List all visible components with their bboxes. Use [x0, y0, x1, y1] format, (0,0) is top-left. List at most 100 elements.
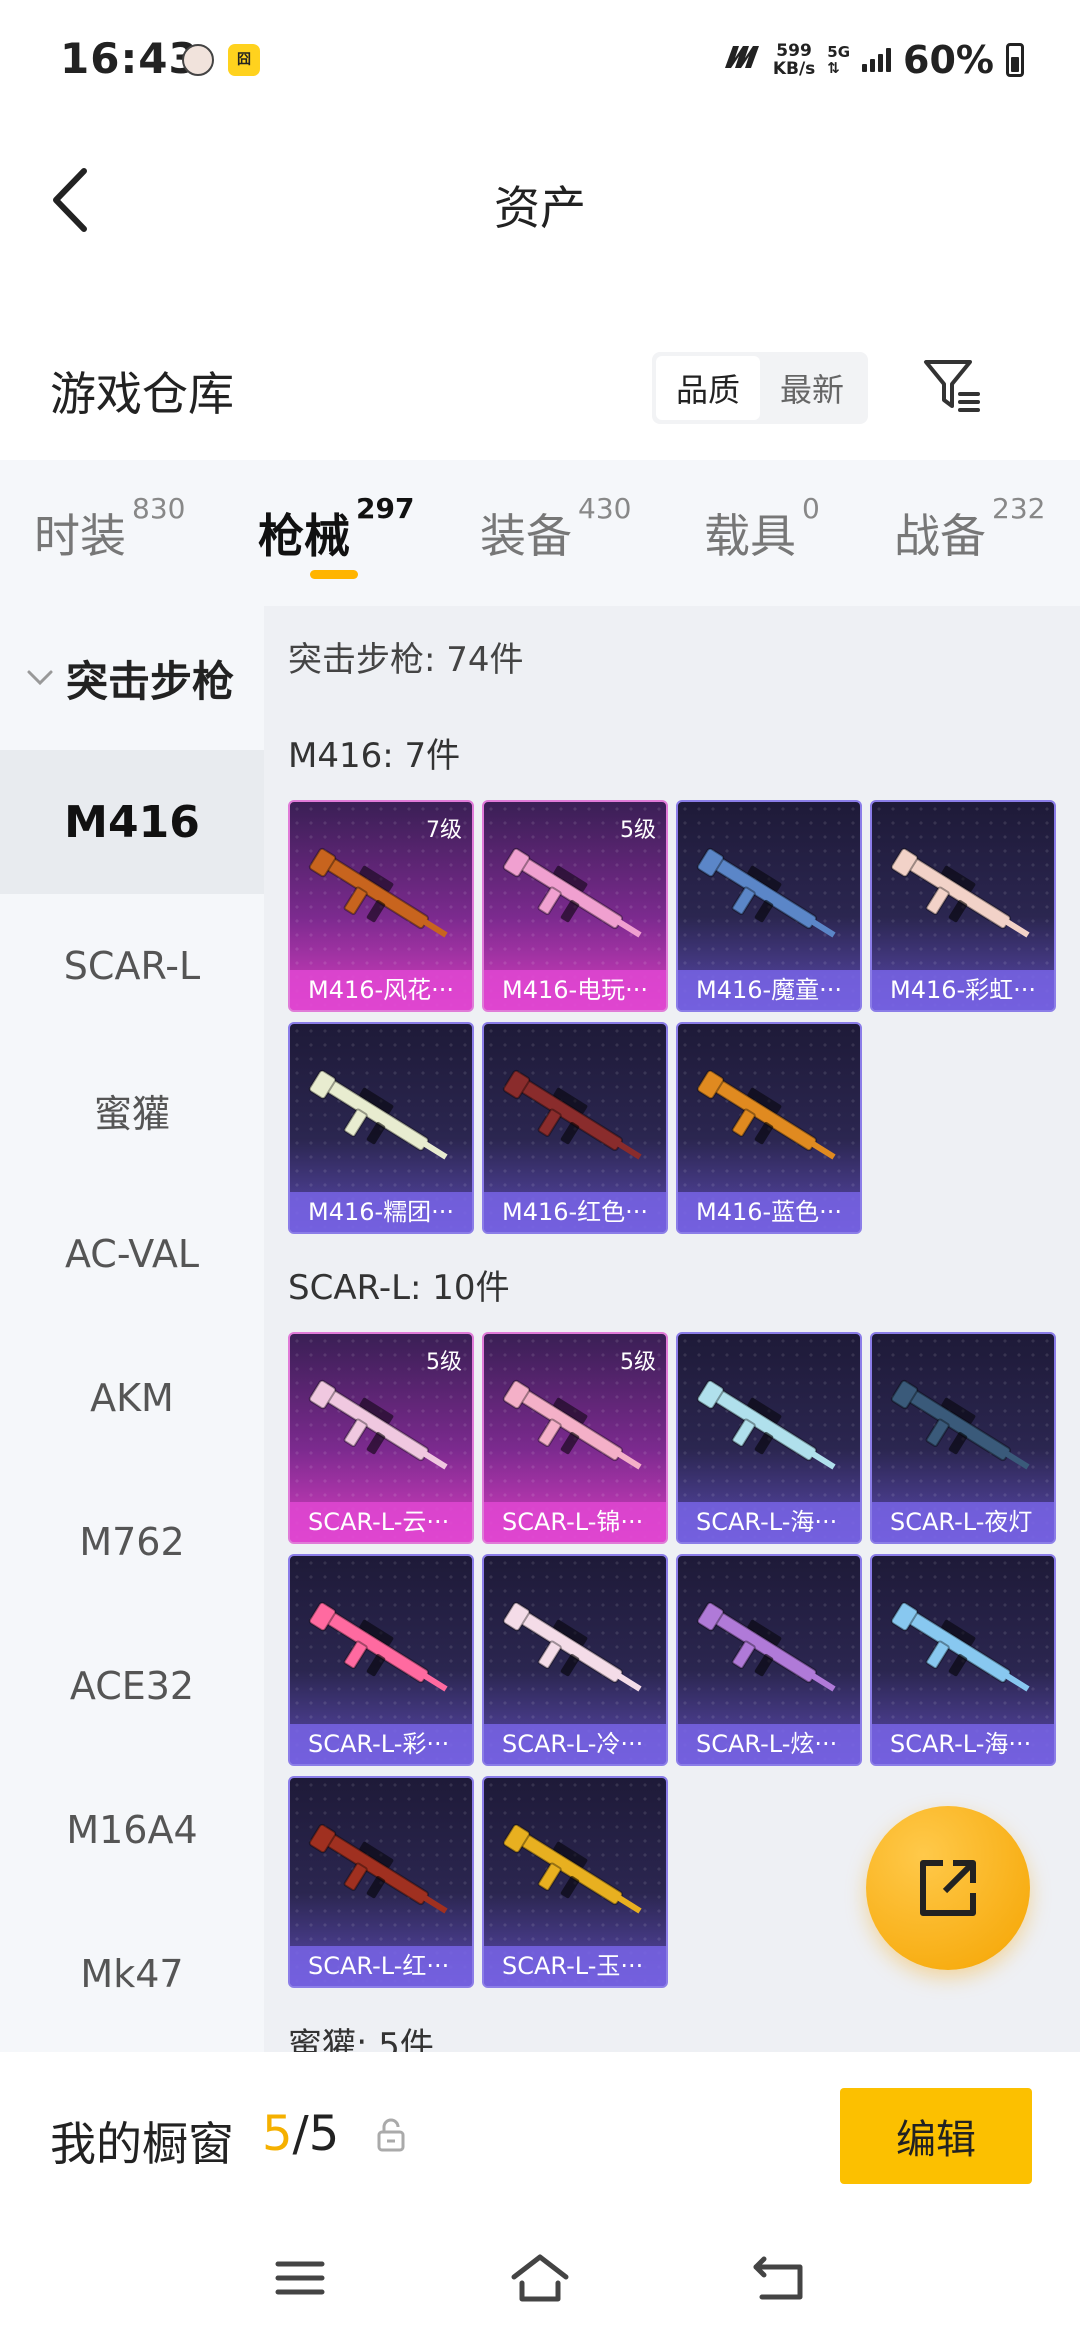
network-type: 5G ⇅ — [827, 43, 851, 77]
gun-skin-icon — [692, 1592, 850, 1712]
showcase-label: 我的橱窗 — [50, 2117, 234, 2171]
item-name: SCAR-L-彩··· — [290, 1724, 472, 1764]
item-card[interactable]: SCAR-L-夜灯 — [870, 1332, 1056, 1544]
item-name: M416-糯团··· — [290, 1192, 472, 1232]
group-title-honey-badger: 蜜獾: 5件 — [288, 2026, 434, 2052]
return-icon — [753, 2256, 803, 2300]
avatar-notification-icon — [182, 44, 214, 76]
showcase-bar: 我的橱窗 5/5 编辑 — [0, 2052, 1080, 2212]
gun-skin-icon — [304, 1814, 462, 1934]
item-card[interactable]: SCAR-L-冷··· — [482, 1554, 668, 1766]
gun-skin-icon — [304, 1592, 462, 1712]
item-card[interactable]: M416-魔童··· — [676, 800, 862, 1012]
gun-skin-icon — [692, 1370, 850, 1490]
share-button[interactable] — [866, 1806, 1030, 1970]
home-button[interactable] — [510, 2248, 570, 2308]
warehouse-title: 游戏仓库 — [50, 367, 234, 421]
status-time: 16:43 — [60, 34, 199, 83]
group-title-scar-l: SCAR-L: 10件 — [288, 1268, 510, 1308]
filter-button[interactable] — [920, 354, 984, 418]
item-name: SCAR-L-海··· — [872, 1724, 1054, 1764]
category-tabs: 时装830 枪械297 装备430 载具0 战备232 — [0, 460, 1080, 606]
item-card[interactable]: M416-红色··· — [482, 1022, 668, 1234]
gun-skin-icon — [498, 1060, 656, 1180]
item-card[interactable]: M416-蓝色··· — [676, 1022, 862, 1234]
item-name: M416-电玩··· — [484, 970, 666, 1010]
tab-fashion[interactable]: 时装830 — [34, 460, 185, 566]
status-bar: 16:43 囧 599 KB/s 5G ⇅ 60% — [0, 0, 1080, 120]
item-card[interactable]: M416-糯团··· — [288, 1022, 474, 1234]
item-name: SCAR-L-冷··· — [484, 1724, 666, 1764]
gun-skin-icon — [498, 1592, 656, 1712]
tab-equipment[interactable]: 装备430 — [480, 460, 631, 566]
battery-percent: 60% — [903, 38, 994, 82]
menu-icon — [275, 2261, 325, 2295]
item-card[interactable]: 7级 M416-风花··· — [288, 800, 474, 1012]
filter-icon — [924, 360, 980, 412]
share-icon — [920, 1860, 976, 1916]
tab-supplies[interactable]: 战备232 — [894, 460, 1045, 566]
carrier-logo-icon — [721, 44, 761, 77]
system-back-button[interactable] — [750, 2248, 810, 2308]
item-card[interactable]: SCAR-L-炫··· — [676, 1554, 862, 1766]
item-card[interactable]: SCAR-L-彩··· — [288, 1554, 474, 1766]
sidebar-item-ace32[interactable]: ACE32 — [0, 1614, 264, 1758]
sidebar-item-scar-l[interactable]: SCAR-L — [0, 894, 264, 1038]
item-card[interactable]: 5级 M416-电玩··· — [482, 800, 668, 1012]
item-name: SCAR-L-炫··· — [678, 1724, 860, 1764]
edit-button[interactable]: 编辑 — [840, 2088, 1032, 2184]
app-header: 资产 — [0, 120, 1080, 280]
item-name: M416-红色··· — [484, 1192, 666, 1232]
group-title-m416: M416: 7件 — [288, 736, 461, 776]
sidebar-item-akm[interactable]: AKM — [0, 1326, 264, 1470]
system-nav-bar — [0, 2212, 1080, 2344]
item-card[interactable]: SCAR-L-海··· — [870, 1554, 1056, 1766]
sidebar-item-ac-val[interactable]: AC-VAL — [0, 1182, 264, 1326]
item-name: SCAR-L-玉··· — [484, 1946, 666, 1986]
menu-button[interactable] — [270, 2248, 330, 2308]
sidebar-item-m762[interactable]: M762 — [0, 1470, 264, 1614]
home-icon — [511, 2254, 569, 2302]
gun-skin-icon — [304, 838, 462, 958]
sidebar-item-honey-badger[interactable]: 蜜獾 — [0, 1038, 264, 1182]
sort-newest-option[interactable]: 最新 — [760, 356, 864, 420]
network-speed: 599 KB/s — [772, 41, 816, 79]
item-name: SCAR-L-锦··· — [484, 1502, 666, 1542]
battery-icon — [1006, 43, 1024, 77]
tab-weapons[interactable]: 枪械297 — [258, 460, 414, 579]
sort-toggle: 品质 最新 — [652, 352, 868, 424]
gun-skin-icon — [304, 1370, 462, 1490]
weapon-type-sidebar: 突击步枪 M416 SCAR-L 蜜獾 AC-VAL AKM M762 ACE3… — [0, 606, 264, 2052]
item-name: SCAR-L-云··· — [290, 1502, 472, 1542]
sidebar-item-m416[interactable]: M416 — [0, 750, 264, 894]
chevron-down-icon — [27, 670, 53, 686]
item-card[interactable]: M416-彩虹··· — [870, 800, 1056, 1012]
item-name: M416-风花··· — [290, 970, 472, 1010]
item-name: SCAR-L-海··· — [678, 1502, 860, 1542]
sidebar-item-m16a4[interactable]: M16A4 — [0, 1758, 264, 1902]
item-card[interactable]: SCAR-L-红··· — [288, 1776, 474, 1988]
gun-skin-icon — [498, 838, 656, 958]
signal-icon — [862, 48, 892, 72]
sort-quality-option[interactable]: 品质 — [656, 356, 760, 420]
tab-vehicles[interactable]: 载具0 — [704, 460, 820, 566]
gun-skin-icon — [692, 838, 850, 958]
sidebar-item-mk47[interactable]: Mk47 — [0, 1902, 264, 2046]
warehouse-header: 游戏仓库 品质 最新 — [0, 330, 1080, 450]
item-card[interactable]: SCAR-L-玉··· — [482, 1776, 668, 1988]
item-card[interactable]: SCAR-L-海··· — [676, 1332, 862, 1544]
showcase-count: 5/5 — [262, 2106, 340, 2162]
sidebar-category-assault-rifle[interactable]: 突击步枪 — [0, 606, 264, 750]
page-title: 资产 — [494, 181, 586, 235]
gun-skin-icon — [498, 1370, 656, 1490]
item-name: SCAR-L-夜灯 — [872, 1502, 1054, 1542]
item-card[interactable]: 5级 SCAR-L-锦··· — [482, 1332, 668, 1544]
item-card[interactable]: 5级 SCAR-L-云··· — [288, 1332, 474, 1544]
gun-skin-icon — [886, 1592, 1044, 1712]
item-name: SCAR-L-红··· — [290, 1946, 472, 1986]
gun-skin-icon — [498, 1814, 656, 1934]
gun-skin-icon — [886, 838, 1044, 958]
item-name: M416-彩虹··· — [872, 970, 1054, 1010]
app-notification-icon: 囧 — [228, 44, 260, 76]
item-name: M416-蓝色··· — [678, 1192, 860, 1232]
